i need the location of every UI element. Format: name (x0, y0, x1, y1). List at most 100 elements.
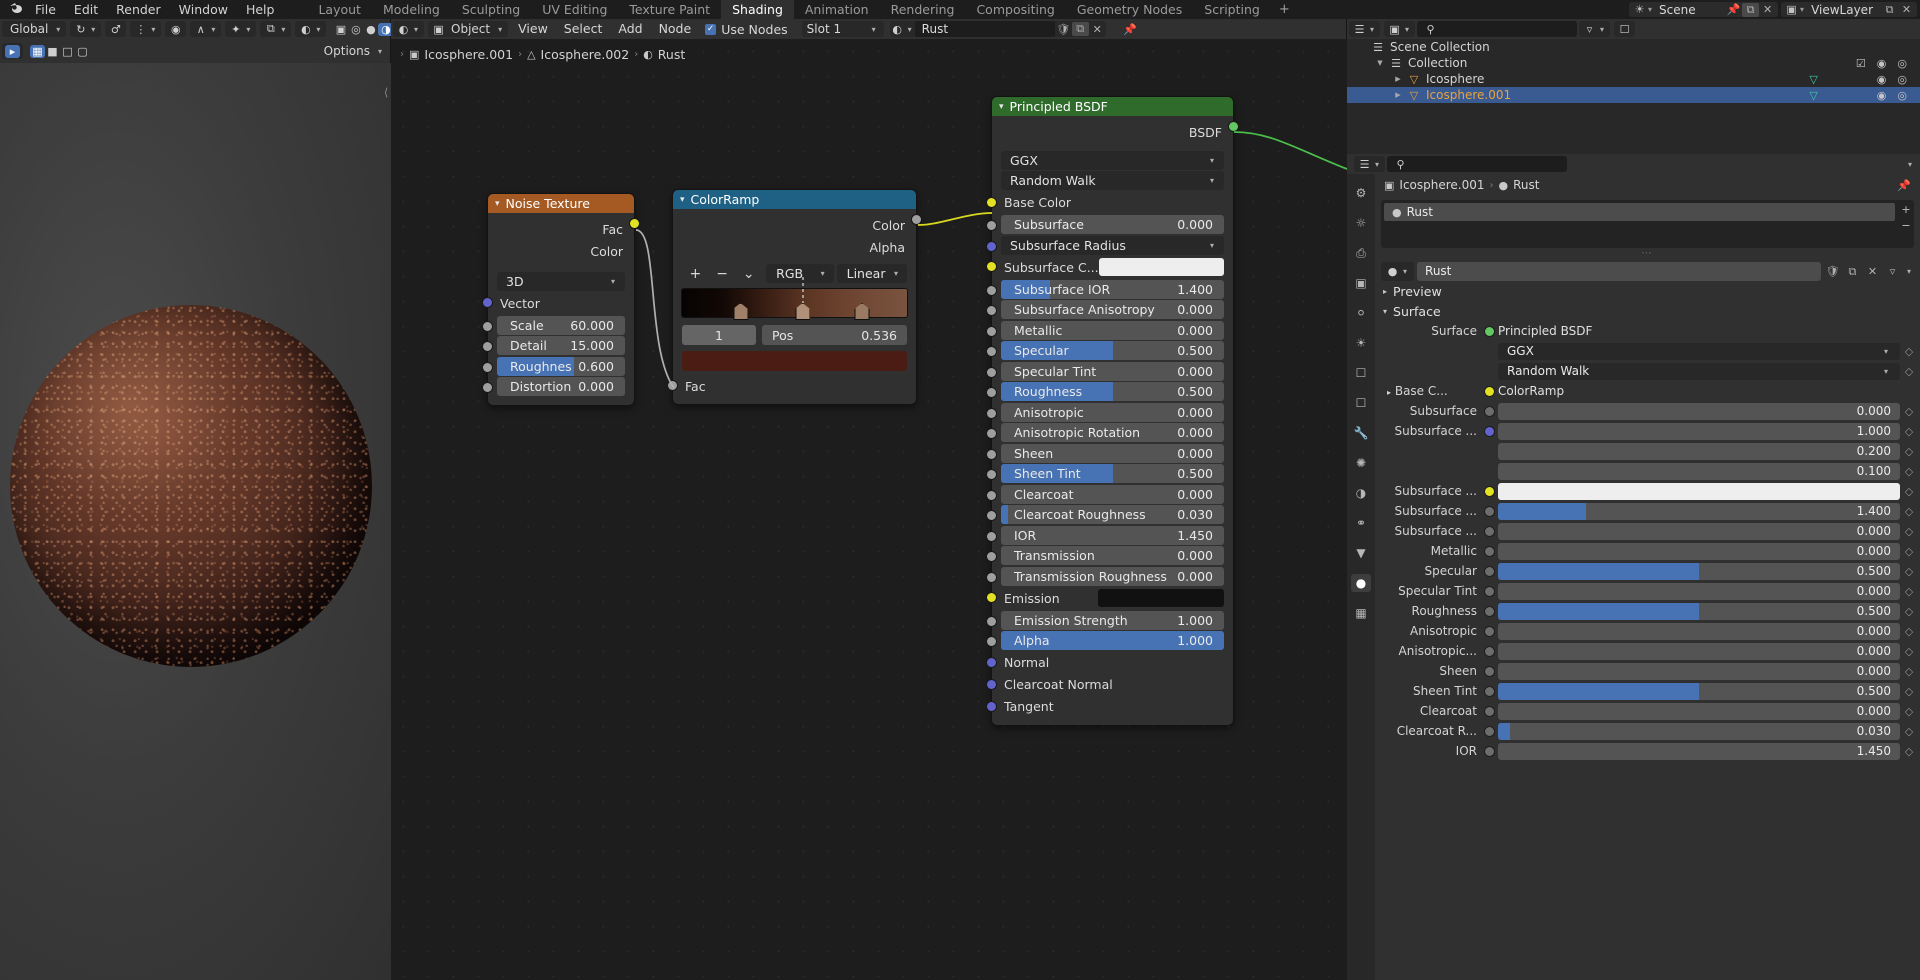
bsdf-dropdown-subsurface-radius[interactable]: Subsurface Radius▾ (1001, 236, 1224, 255)
colorramp-stop[interactable] (855, 303, 870, 320)
noise-distortion-field[interactable]: Distortion 0.000 (497, 377, 625, 396)
new-material-copy-icon[interactable]: ⧉ (1072, 22, 1089, 36)
stop-position-field[interactable]: Pos 0.536 (762, 325, 907, 345)
surface-shader-value[interactable]: Principled BSDF (1498, 323, 1914, 340)
animate-property-dot[interactable]: ◇ (1904, 605, 1914, 618)
workspace-tab-layout[interactable]: Layout (307, 0, 372, 19)
node-output-alpha[interactable]: Alpha (673, 236, 916, 258)
xray-toggle[interactable]: ◐ ▾ (295, 21, 326, 37)
bsdf-input-label-tangent[interactable]: Tangent (992, 696, 1233, 718)
wireframe-shading-icon[interactable]: ▣ (333, 23, 348, 36)
animate-property-dot[interactable]: ◇ (1904, 685, 1914, 698)
colorramp-stop-active[interactable] (795, 303, 810, 320)
viewport-shading-buttons[interactable]: ▦ ■ □ ▢ (27, 43, 93, 59)
animate-property-dot[interactable]: ◇ (1904, 705, 1914, 718)
bsdf-field-subsurface-ior[interactable]: Subsurface IOR1.400 (1001, 280, 1224, 299)
socket-alpha-input[interactable] (987, 637, 996, 646)
socket-alpha-output[interactable] (912, 215, 921, 224)
workspace-tab-texture-paint[interactable]: Texture Paint (618, 0, 721, 19)
tab-tool[interactable]: ⚙ (1351, 184, 1371, 202)
animate-property-dot[interactable]: ◇ (1904, 645, 1914, 658)
props-distribution-dropdown[interactable]: GGX ▾ (1498, 343, 1900, 360)
socket-transmission-input[interactable] (987, 552, 996, 561)
property-value-field[interactable]: 0.000 (1498, 643, 1900, 660)
preview-section-header[interactable]: ▸ Preview (1375, 281, 1920, 301)
pin-node-tree-toggle[interactable]: 📌 (1120, 21, 1141, 37)
property-value-field[interactable]: 0.500 (1498, 563, 1900, 580)
bsdf-input-label-normal[interactable]: Normal (992, 652, 1233, 674)
node-input-vector[interactable]: Vector (488, 292, 634, 314)
animate-property-dot[interactable]: ◇ (1904, 445, 1914, 458)
node-principled-bsdf-header[interactable]: ▾ Principled BSDF (992, 97, 1233, 116)
noise-roughness-field[interactable]: Roughnes 0.600 (497, 357, 625, 376)
material-slot-item[interactable]: ● Rust (1384, 203, 1895, 221)
camera-icon[interactable]: ◎ (1897, 89, 1907, 102)
socket-subsurface-ior-input[interactable] (987, 286, 996, 295)
pin-icon[interactable]: 📌 (1897, 179, 1911, 192)
socket-distortion-input[interactable] (483, 383, 492, 392)
add-slot-button[interactable]: + (1901, 203, 1910, 216)
menu-render[interactable]: Render (107, 0, 170, 19)
breadcrumb-item-object[interactable]: Icosphere.001 (424, 47, 513, 62)
socket-clearcoat-roughness-input[interactable] (987, 511, 996, 520)
eye-icon[interactable]: ◉ (1877, 57, 1887, 70)
animate-property-dot[interactable]: ◇ (1904, 365, 1914, 378)
fake-user-shield-icon[interactable]: 🛡 (1055, 23, 1072, 36)
animate-property-dot[interactable]: ◇ (1904, 725, 1914, 738)
animate-property-dot[interactable]: ◇ (1904, 745, 1914, 758)
property-value-field[interactable]: 0.500 (1498, 683, 1900, 700)
socket-normal-input[interactable] (987, 658, 996, 667)
editor-type-dropdown[interactable]: ◐ ▾ (393, 21, 424, 37)
node-colorramp-header[interactable]: ▾ ColorRamp (673, 190, 916, 209)
slot-resize-handle[interactable]: ⋯ (1375, 248, 1920, 259)
socket-specular-input[interactable] (987, 347, 996, 356)
stop-index-field[interactable]: 1 (682, 325, 756, 345)
outliner-filter-dropdown[interactable]: ▿ ▾ (1579, 21, 1610, 37)
chevron-right-icon[interactable]: ▸ (1387, 388, 1391, 397)
rust-icosphere-object[interactable] (10, 305, 372, 667)
node-output-color[interactable]: Color (673, 214, 916, 236)
viewlayer-selector[interactable]: ▣ ▾ ViewLayer ⧉ ✕ (1781, 2, 1917, 17)
triangle-right-icon[interactable]: ▶ (1391, 75, 1405, 83)
bsdf-input-label-clearcoat-normal[interactable]: Clearcoat Normal (992, 674, 1233, 696)
material-datablock[interactable]: ◐ ▾ Rust 🛡 ⧉ ✕ (890, 21, 1106, 37)
socket-emission-input[interactable] (987, 593, 996, 602)
tab-particles[interactable]: ✺ (1351, 454, 1371, 472)
socket-sheen-input[interactable] (987, 450, 996, 459)
outliner-display-mode-dropdown[interactable]: ▣ ▾ (1384, 21, 1415, 37)
tab-texture[interactable]: ▦ (1351, 604, 1371, 622)
socket-anisotropic-rotation-input[interactable] (987, 429, 996, 438)
workspace-tab-uv-editing[interactable]: UV Editing (531, 0, 618, 19)
socket-sheen-tint-input[interactable] (987, 470, 996, 479)
shader-node-editor[interactable]: › ▣ Icosphere.001 › △ Icosphere.002 › ◐ … (391, 39, 1347, 980)
socket-roughness-input[interactable] (987, 388, 996, 397)
bsdf-color-swatch[interactable] (1099, 258, 1224, 276)
socket-clearcoat-normal-input[interactable] (987, 680, 996, 689)
socket-metallic-input[interactable] (987, 327, 996, 336)
socket-base-color-input[interactable] (987, 198, 996, 207)
bsdf-field-emission-strength[interactable]: Emission Strength1.000 (1001, 611, 1224, 630)
bsdf-subsurface-method-dropdown[interactable]: Random Walk ▾ (1001, 171, 1224, 190)
bsdf-field-transmission-roughness[interactable]: Transmission Roughness0.000 (1001, 567, 1224, 586)
noise-dimension-dropdown[interactable]: 3D ▾ (497, 272, 625, 291)
menu-edit[interactable]: Edit (65, 0, 107, 19)
bsdf-field-sheen-tint[interactable]: Sheen Tint0.500 (1001, 464, 1224, 483)
property-value-field[interactable]: 0.000 (1498, 523, 1900, 540)
socket-color-output[interactable] (630, 219, 639, 228)
tab-render[interactable]: ☼ (1351, 214, 1371, 232)
props-base-color-link[interactable]: ColorRamp (1498, 383, 1914, 400)
color-mode-dropdown[interactable]: RGB ▾ (766, 264, 833, 283)
socket-specular-tint-input[interactable] (987, 368, 996, 377)
tab-scene[interactable]: ⚪ (1351, 304, 1371, 322)
socket-fac-input[interactable] (668, 381, 677, 390)
props-subsurface-method-dropdown[interactable]: Random Walk ▾ (1498, 363, 1900, 380)
workspace-tab-geometry-nodes[interactable]: Geometry Nodes (1066, 0, 1193, 19)
viewport-gizmos-dropdown[interactable]: ✦ ▾ (225, 21, 256, 37)
socket-subsurface-anisotropy-input[interactable] (987, 306, 996, 315)
close-icon[interactable]: ✕ (1898, 3, 1915, 16)
property-value-field[interactable] (1498, 483, 1900, 500)
socket-bsdf-output[interactable] (1229, 122, 1238, 131)
bsdf-field-clearcoat[interactable]: Clearcoat0.000 (1001, 485, 1224, 504)
node-output-bsdf[interactable]: BSDF (992, 121, 1233, 143)
mesh-data-icon[interactable]: ▽ (1809, 89, 1817, 102)
